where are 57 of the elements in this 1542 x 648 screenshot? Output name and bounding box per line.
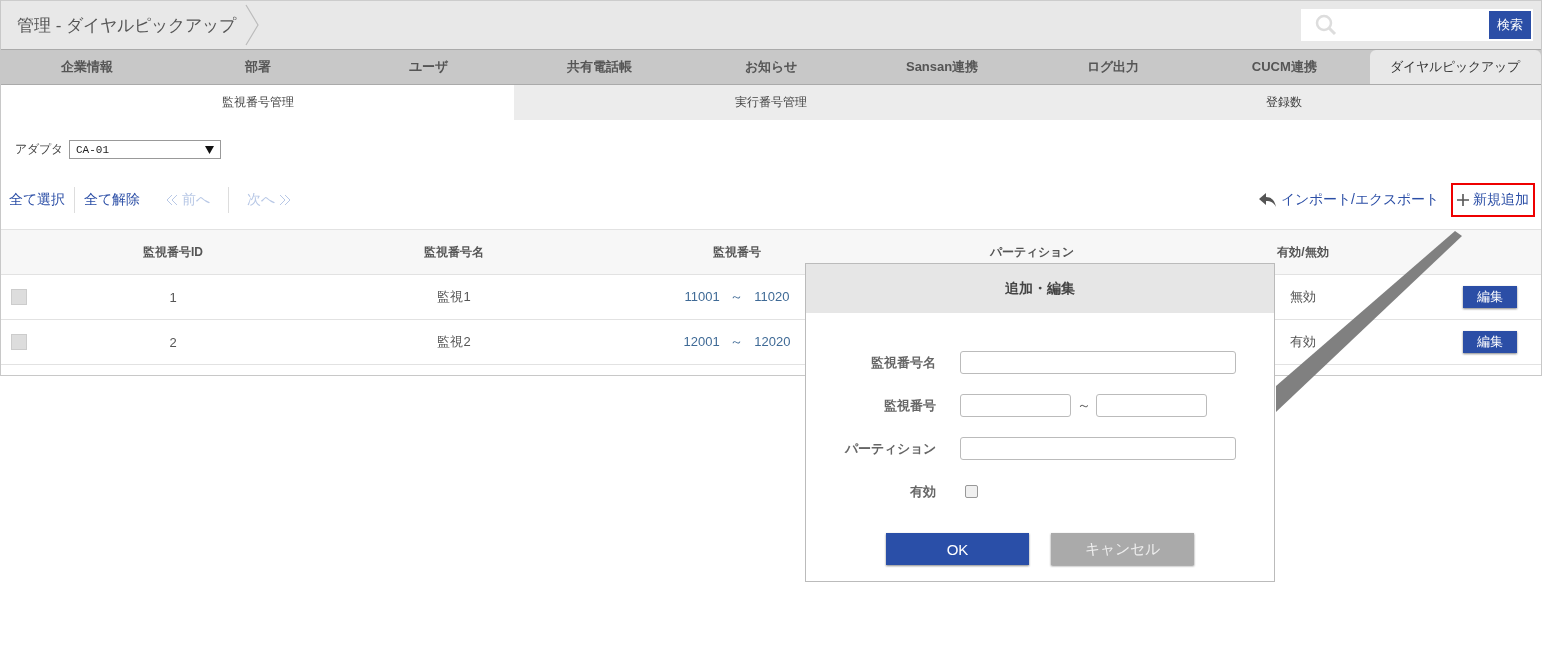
input-field[interactable]	[960, 351, 1236, 374]
table-cell-text: 12001 ～ 12020	[682, 333, 792, 351]
add-new-link[interactable]: 新規追加	[1451, 183, 1535, 217]
nav-tab[interactable]: ログ出力	[1027, 50, 1199, 84]
chevron-icon	[244, 3, 261, 47]
checkbox[interactable]	[965, 485, 978, 498]
nav-tab[interactable]: 共有電話帳	[514, 50, 686, 84]
nav-tab[interactable]: Sansan連携	[856, 50, 1028, 84]
search-field[interactable]: 検索	[1301, 9, 1533, 41]
column-header: パーティション	[989, 243, 1075, 261]
column-header: 有効/無効	[1276, 243, 1330, 261]
page-title: 管理 - ダイヤルピックアップ	[17, 14, 237, 37]
input-field[interactable]	[960, 394, 1071, 417]
table-cell-text: 監視2	[436, 333, 472, 351]
nav-tab[interactable]: ユーザ	[343, 50, 515, 84]
nav-tab[interactable]: CUCM連携	[1198, 50, 1370, 84]
select-all-link[interactable]: 全て選択	[9, 191, 65, 209]
input-field[interactable]	[1096, 394, 1207, 417]
field-label: 監視番号	[883, 396, 936, 415]
table-cell-text: 2	[168, 334, 178, 350]
sub-tab[interactable]: 登録数	[1027, 85, 1541, 120]
row-checkbox[interactable]	[11, 289, 27, 305]
table-cell-text: 無効	[1289, 288, 1317, 306]
clear-all-link[interactable]: 全て解除	[84, 191, 140, 209]
plus-icon	[1457, 194, 1469, 206]
reply-arrow-icon	[1259, 193, 1278, 207]
double-chevron-right-icon	[279, 194, 291, 206]
field-label: 監視番号名	[870, 353, 936, 372]
table-cell-text: 1	[168, 289, 178, 305]
dropdown-icon	[205, 145, 214, 154]
nav-tab[interactable]: ダイヤルピックアップ	[1369, 50, 1541, 84]
search-icon	[1315, 14, 1337, 36]
row-checkbox[interactable]	[11, 334, 27, 350]
adapter-label: アダプタ	[15, 141, 63, 158]
adapter-select[interactable]: CA-01	[69, 140, 221, 159]
nav-tab[interactable]: 部署	[172, 50, 344, 84]
table-cell-text: 11001 ～ 11020	[683, 288, 791, 306]
column-header: 監視番号名	[423, 243, 485, 261]
sub-tab[interactable]: 実行番号管理	[514, 85, 1028, 120]
dialog-title: 追加・編集	[806, 264, 1274, 313]
search-button[interactable]: 検索	[1489, 11, 1531, 39]
table-cell-text: 有効	[1289, 333, 1317, 351]
field-label: パーティション	[843, 439, 936, 458]
edit-button[interactable]: 編集	[1463, 331, 1517, 353]
import-export-link[interactable]: インポート/エクスポート	[1259, 191, 1439, 209]
edit-button[interactable]: 編集	[1463, 286, 1517, 308]
nav-tab[interactable]: お知らせ	[685, 50, 857, 84]
column-header: 監視番号	[712, 243, 762, 261]
column-header: 監視番号ID	[142, 243, 204, 261]
double-chevron-left-icon	[166, 194, 178, 206]
ok-button[interactable]: OK	[886, 533, 1029, 565]
sub-tab[interactable]: 監視番号管理	[1, 85, 515, 120]
input-field[interactable]	[960, 437, 1236, 460]
range-separator: ～	[1075, 396, 1092, 415]
nav-tab[interactable]: 企業情報	[1, 50, 173, 84]
table-cell-text: 監視1	[436, 288, 472, 306]
field-label: 有効	[909, 482, 936, 501]
